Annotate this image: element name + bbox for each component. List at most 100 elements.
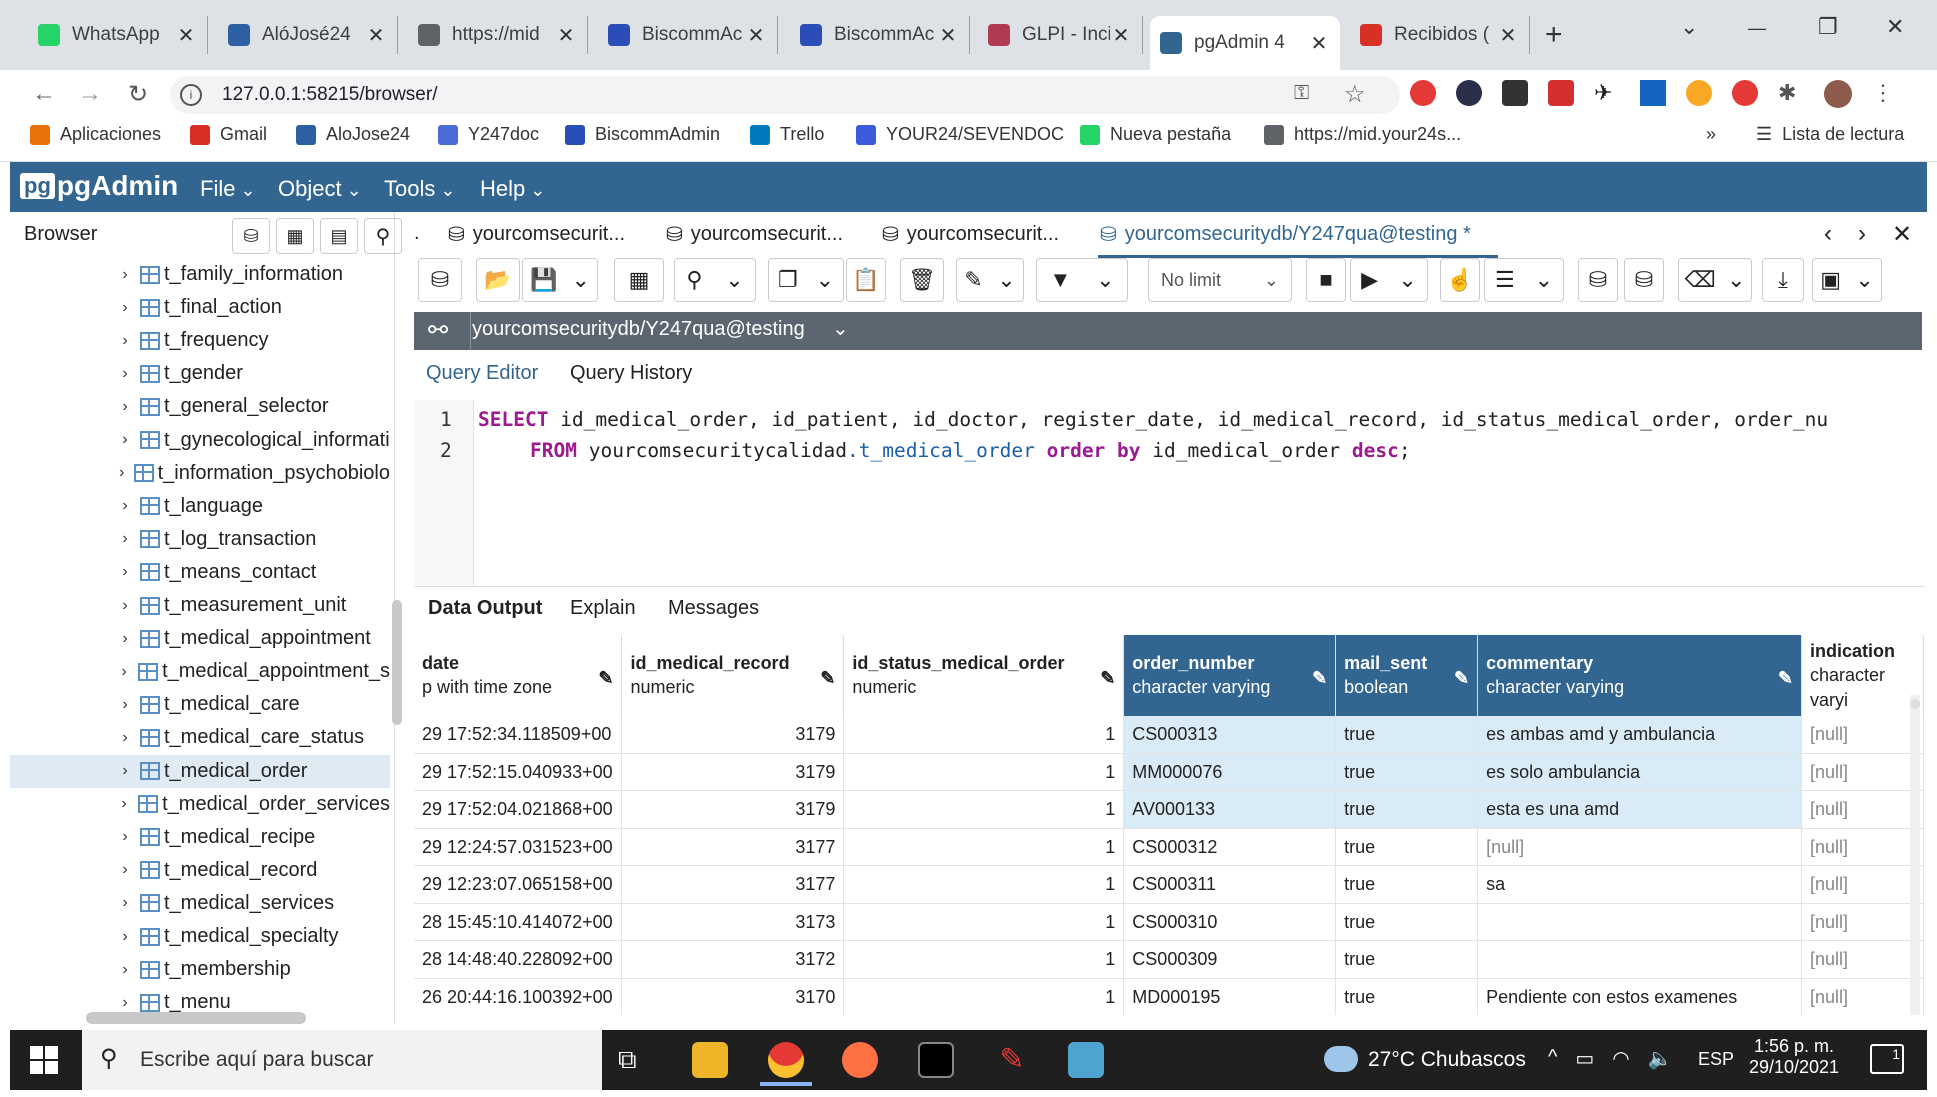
- close-tab-icon[interactable]: ✕: [745, 23, 767, 48]
- table-cell[interactable]: Pendiente con estos examenes: [1477, 978, 1802, 1015]
- query-tool-tab[interactable]: ⛁ yourcomsecuritydb/Y247qua@testing *: [1100, 222, 1471, 247]
- table-cell[interactable]: 1: [843, 903, 1125, 942]
- tree-item-table[interactable]: › t_menu: [10, 986, 390, 1013]
- connection-bar[interactable]: ⚯ yourcomsecuritydb/Y247qua@testing ⌄: [414, 312, 1922, 350]
- clear-button[interactable]: ⌫ ⌄: [1678, 258, 1752, 302]
- tree-item-table[interactable]: › t_medical_order_services: [10, 788, 390, 821]
- table-cell[interactable]: CS000312: [1123, 828, 1337, 867]
- tree-item-table[interactable]: › t_gender: [10, 357, 390, 390]
- column-header[interactable]: mail_sent boolean ✎: [1335, 635, 1479, 716]
- tab-query-editor[interactable]: Query Editor: [426, 362, 538, 385]
- chevron-up-icon[interactable]: ^: [1548, 1046, 1557, 1071]
- table-cell[interactable]: true: [1335, 828, 1479, 867]
- extension-icon[interactable]: [1686, 80, 1712, 106]
- column-header[interactable]: commentary character varying ✎: [1477, 635, 1802, 716]
- sof-icon[interactable]: [1640, 80, 1666, 106]
- key-icon[interactable]: ⚿: [1294, 82, 1309, 105]
- chevron-right-icon[interactable]: ›: [110, 299, 140, 317]
- clock[interactable]: 1:56 p. m. 29/10/2021: [1746, 1036, 1842, 1078]
- table-cell[interactable]: 1: [843, 940, 1125, 979]
- column-header[interactable]: id_status_medical_order numeric ✎: [843, 635, 1125, 716]
- table-cell[interactable]: [1477, 940, 1802, 979]
- chevron-right-icon[interactable]: ›: [110, 431, 140, 449]
- close-tab-icon[interactable]: ✕: [175, 23, 197, 48]
- tree-item-table[interactable]: › t_membership: [10, 953, 390, 986]
- delete-icon[interactable]: 🗑: [900, 258, 944, 302]
- terminal-icon[interactable]: [918, 1042, 954, 1078]
- reading-list[interactable]: ☰ Lista de lectura: [1756, 124, 1904, 145]
- browser-tab[interactable]: pgAdmin 4 ✕: [1150, 16, 1340, 70]
- bookmark-item[interactable]: BiscommAdmin: [565, 124, 720, 145]
- grid-icon[interactable]: ▦: [614, 258, 664, 302]
- download-icon[interactable]: ⤓: [1762, 258, 1804, 302]
- chrome-icon[interactable]: [768, 1042, 804, 1078]
- menu-dots-icon[interactable]: ⋮: [1872, 80, 1894, 106]
- database-icon[interactable]: ⛁: [418, 258, 462, 302]
- chevron-right-icon[interactable]: ›: [110, 365, 140, 383]
- edit-icon[interactable]: ✎: [1454, 666, 1469, 690]
- edit-icon[interactable]: ✎: [598, 666, 613, 690]
- table-cell[interactable]: 28 15:45:10.414072+00: [414, 903, 623, 942]
- extension-icon[interactable]: [1548, 80, 1574, 106]
- browser-tab[interactable]: BiscommAc ✕: [598, 16, 778, 54]
- tree-item-table[interactable]: › t_information_psychobiolo: [10, 457, 390, 490]
- chevron-right-icon[interactable]: ›: [1858, 220, 1866, 249]
- tree-item-table[interactable]: › t_medical_appointment: [10, 622, 390, 655]
- table-cell[interactable]: 3173: [621, 903, 845, 942]
- filter-rows-icon[interactable]: ▤: [320, 218, 358, 254]
- tree-item-table[interactable]: › t_gynecological_informati: [10, 424, 390, 457]
- avatar[interactable]: [1824, 80, 1852, 108]
- restore-button[interactable]: ❐: [1818, 14, 1838, 40]
- chevron-right-icon[interactable]: ›: [110, 994, 140, 1012]
- tree-item-table[interactable]: › t_log_transaction: [10, 523, 390, 556]
- tab-data-output[interactable]: Data Output: [428, 597, 542, 620]
- table-cell[interactable]: true: [1335, 978, 1479, 1015]
- find-button[interactable]: ⚲ ⌄: [674, 258, 756, 302]
- table-cell[interactable]: [null]: [1801, 790, 1924, 829]
- extension-icon[interactable]: [1456, 80, 1482, 106]
- paste-icon[interactable]: 📋: [846, 258, 886, 302]
- table-cell[interactable]: 28 14:48:40.228092+00: [414, 940, 623, 979]
- task-view-icon[interactable]: ⧉: [618, 1044, 637, 1076]
- omnibox[interactable]: i 127.0.0.1:58215/browser/ ⚿ ☆: [170, 76, 1400, 114]
- puzzle-icon[interactable]: ✱: [1778, 80, 1804, 106]
- browser-tab[interactable]: WhatsApp ✕: [28, 16, 208, 54]
- start-button[interactable]: [30, 1046, 58, 1074]
- column-header[interactable]: order_number character varying ✎: [1123, 635, 1337, 716]
- table-cell[interactable]: 29 17:52:15.040933+00: [414, 753, 623, 792]
- table-cell[interactable]: 3179: [621, 790, 845, 829]
- chevron-right-icon[interactable]: ›: [110, 497, 140, 515]
- close-window-button[interactable]: ✕: [1886, 14, 1904, 40]
- table-cell[interactable]: true: [1335, 903, 1479, 942]
- notifications-icon[interactable]: 1: [1870, 1044, 1904, 1074]
- bookmarks-overflow[interactable]: »: [1706, 124, 1716, 145]
- chevron-right-icon[interactable]: ›: [110, 729, 140, 747]
- chevron-right-icon[interactable]: ›: [110, 597, 140, 615]
- chevron-right-icon[interactable]: ›: [110, 861, 140, 879]
- tree-item-table[interactable]: › t_medical_care_status: [10, 721, 390, 754]
- tree-item-table[interactable]: › t_frequency: [10, 324, 390, 357]
- table-row[interactable]: 28 15:45:10.414072+00 3173 1 CS000310 true [n…: [414, 903, 1924, 942]
- chevron-right-icon[interactable]: ›: [110, 762, 140, 780]
- table-cell[interactable]: [null]: [1801, 903, 1924, 942]
- info-icon[interactable]: i: [180, 84, 202, 106]
- extension-icon[interactable]: [1410, 80, 1436, 106]
- taskbar-search[interactable]: ⚲ Escribe aquí para buscar: [82, 1030, 602, 1090]
- table-cell[interactable]: CS000311: [1123, 865, 1337, 904]
- table-row[interactable]: 29 17:52:34.118509+00 3179 1 CS000313 true es…: [414, 715, 1924, 754]
- chevron-right-icon[interactable]: ›: [110, 464, 134, 482]
- table-cell[interactable]: [null]: [1801, 978, 1924, 1015]
- table-cell[interactable]: 29 17:52:34.118509+00: [414, 715, 623, 754]
- reload-button[interactable]: ↻: [120, 76, 156, 112]
- browser-tab[interactable]: GLPI - Incid✕: [978, 16, 1143, 54]
- explain-icon[interactable]: ☝: [1440, 258, 1480, 302]
- tree-h-scrollbar[interactable]: [86, 1012, 306, 1024]
- table-cell[interactable]: [null]: [1801, 865, 1924, 904]
- bookmark-item[interactable]: Nueva pestaña: [1080, 124, 1231, 145]
- table-row[interactable]: 29 17:52:15.040933+00 3179 1 MM000076 true es…: [414, 753, 1924, 792]
- search-icon[interactable]: ⚲: [364, 218, 402, 254]
- menu-file[interactable]: File ⌄: [200, 176, 256, 202]
- close-tab-icon[interactable]: ✕: [365, 23, 387, 48]
- edit-icon[interactable]: ✎: [820, 666, 835, 690]
- close-tab-icon[interactable]: ✕: [1308, 31, 1330, 56]
